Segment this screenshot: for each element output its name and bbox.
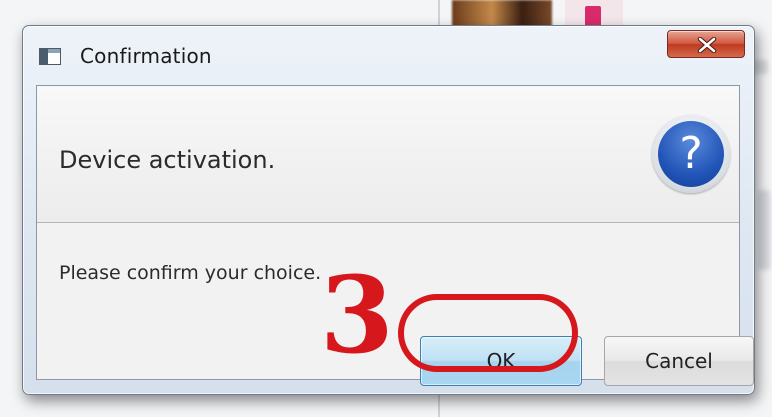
ok-button-highlight-ring xyxy=(398,294,578,372)
question-icon: ? xyxy=(652,115,730,193)
question-icon-glyph: ? xyxy=(658,121,724,187)
dialog-message: Please confirm your choice. xyxy=(59,262,322,284)
dialog-header-text: Device activation. xyxy=(59,146,276,174)
step-number-annotation: 3 xyxy=(320,252,394,377)
dialog-header-panel: Device activation. ? xyxy=(37,86,739,223)
background-blurred-text xyxy=(758,190,770,270)
dialog-titlebar[interactable]: Confirmation xyxy=(23,26,754,84)
close-icon xyxy=(697,37,717,53)
close-button[interactable] xyxy=(667,30,745,58)
cancel-button[interactable]: Cancel xyxy=(604,336,754,386)
dialog-title: Confirmation xyxy=(80,44,212,68)
window-icon xyxy=(39,48,61,65)
